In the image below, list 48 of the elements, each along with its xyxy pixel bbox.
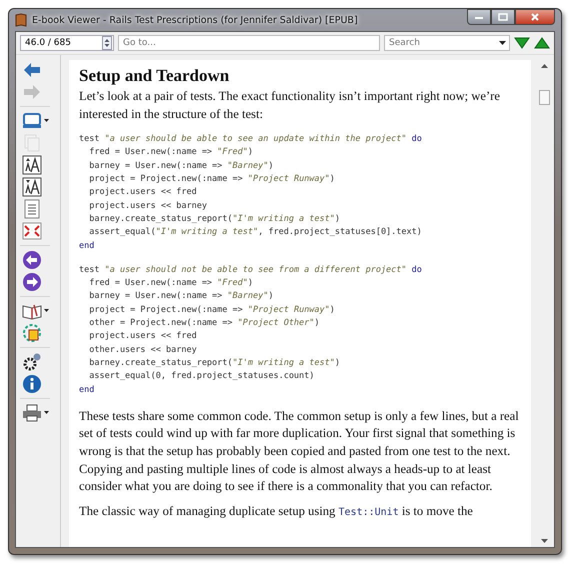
prev-icon[interactable] xyxy=(20,249,44,271)
code-line: project.users << barney xyxy=(88,200,208,213)
book-icon xyxy=(15,13,27,27)
code-line: fred = User.new(:name => "Fred") xyxy=(88,146,254,160)
fullscreen-icon[interactable] xyxy=(20,220,44,242)
code-line: assert_equal("I'm writing a test", fred.project_statuses[0].text) xyxy=(88,226,423,240)
code-line: other = Project.new(:name => "Project Other") xyxy=(88,317,321,330)
info-icon[interactable] xyxy=(20,373,44,395)
code-line: project = Project.new(:name => "Project Runway") xyxy=(88,304,336,317)
paragraph: These tests share some common code. The common setup is only a few lines, but a real set of tests could wind up with far more duplication. Your first signal that something is wrong is that the setup has probably been copied and pasted from one test to the next. Copying and pasting multiple lines of code is almost always a heads-up to at least consider what you are doing to see if there is a commonality that you can refactor. xyxy=(79,408,520,496)
code-line: end xyxy=(79,240,96,253)
position-field[interactable]: 46.0 / 685 xyxy=(20,35,114,51)
minimize-button[interactable] xyxy=(467,9,491,25)
code-line: test "a user should be able to see an update within the project" do xyxy=(79,133,423,146)
dropdown-caret-icon[interactable] xyxy=(499,41,506,45)
code-line: test "a user should not be able to see from a different project" do xyxy=(79,264,423,277)
font-up-icon[interactable] xyxy=(20,154,44,176)
code-line: assert_equal(0, fred.project_statuses.count) xyxy=(88,370,316,384)
close-button[interactable] xyxy=(515,9,555,25)
code-line: barney.create_status_report("I'm writing a test") xyxy=(88,356,342,370)
find-previous-icon[interactable] xyxy=(534,37,550,49)
maximize-icon xyxy=(498,13,508,21)
code-line: project = Project.new(:name => "Project Runway") xyxy=(88,173,336,186)
scroll-thumb[interactable] xyxy=(539,90,550,105)
window-title: E-book Viewer - Rails Test Prescriptions (for Jennifer Saldivar) [EPUB] xyxy=(32,14,358,26)
minimize-icon xyxy=(474,14,484,20)
goto-field[interactable]: Go to... xyxy=(118,35,380,51)
scroll-up-icon[interactable] xyxy=(541,64,548,68)
spinner-icon xyxy=(102,36,112,50)
font-down-icon[interactable] xyxy=(20,176,44,198)
printer-icon[interactable] xyxy=(20,402,51,424)
find-next-icon[interactable] xyxy=(514,37,530,49)
code-line: project.users << fred xyxy=(88,330,198,344)
paragraph: The classic way of managing duplicate setup using Test::Unit is to move the xyxy=(79,502,474,520)
code-line: project.users << fred xyxy=(88,186,198,200)
maximize-button[interactable] xyxy=(491,9,515,25)
next-icon[interactable] xyxy=(20,271,44,293)
code-line: other.users << barney xyxy=(88,344,198,357)
code-line: end xyxy=(79,384,96,397)
close-icon xyxy=(530,13,540,21)
paragraph: Let’s look at a pair of tests. The exact functionality isn’t important right now; we’re interested in the structure of the test: xyxy=(79,88,501,123)
section-heading: Setup and Teardown xyxy=(79,66,230,86)
code-line: barney.create_status_report("I'm writing a test") xyxy=(88,212,342,226)
search-field[interactable]: Search xyxy=(384,35,510,51)
scroll-down-icon[interactable] xyxy=(541,539,548,543)
code-line: fred = User.new(:name => "Fred") xyxy=(88,277,254,290)
code-line: barney = User.new(:name => "Barney") xyxy=(88,290,274,304)
code-line: barney = User.new(:name => "Barney") xyxy=(88,160,274,173)
